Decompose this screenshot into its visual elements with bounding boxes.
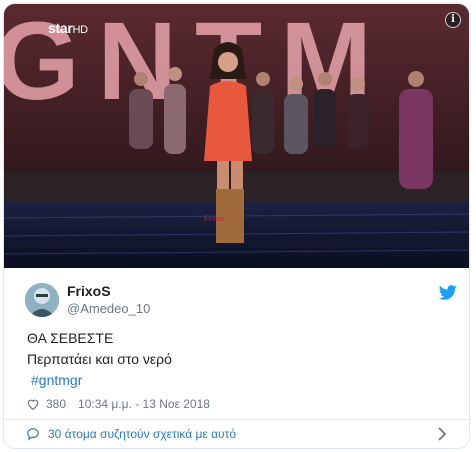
info-icon[interactable] xyxy=(445,12,461,28)
channel-logo-text: star xyxy=(48,20,73,36)
tweet-meta: 380 10:34 μ.μ. - 13 Νοε 2018 xyxy=(26,395,210,413)
conversation-label: 30 άτομα συζητούν σχετικά με αυτό xyxy=(48,427,237,441)
tweet-media-video[interactable]: GNTM starHD i Frixos xyxy=(4,4,469,268)
heart-icon[interactable] xyxy=(26,397,40,411)
avatar[interactable] xyxy=(25,283,59,317)
tweet-card: GNTM starHD i Frixos FrixoS @Amedeo_10 Θ… xyxy=(3,3,470,449)
channel-logo-suffix: HD xyxy=(72,24,88,36)
tweet-text-line-1: ΘΑ ΣΕΒΕΣΤΕ xyxy=(27,330,114,346)
media-scene: GNTM xyxy=(4,4,469,268)
author-display-name[interactable]: FrixoS xyxy=(67,283,111,299)
twitter-bird-icon[interactable] xyxy=(439,285,457,300)
speech-bubble-icon xyxy=(27,428,39,441)
video-watermark: Frixos xyxy=(204,214,225,223)
channel-logo: starHD xyxy=(48,20,88,36)
hashtag-link[interactable]: #gntmgr xyxy=(31,372,82,388)
tweet-timestamp[interactable]: 10:34 μ.μ. - 13 Νοε 2018 xyxy=(78,397,210,411)
tweet-text-line-2: Περπατάει και στο νερό xyxy=(27,351,172,367)
avatar-image xyxy=(25,283,59,317)
conversation-link[interactable]: 30 άτομα συζητούν σχετικά με αυτό xyxy=(4,420,469,448)
chevron-right-icon[interactable] xyxy=(437,427,447,441)
author-handle[interactable]: @Amedeo_10 xyxy=(67,301,150,316)
tweet-text: ΘΑ ΣΕΒΕΣΤΕ Περπατάει και στο νερό #gntmg… xyxy=(27,328,172,391)
like-count[interactable]: 380 xyxy=(46,397,66,411)
